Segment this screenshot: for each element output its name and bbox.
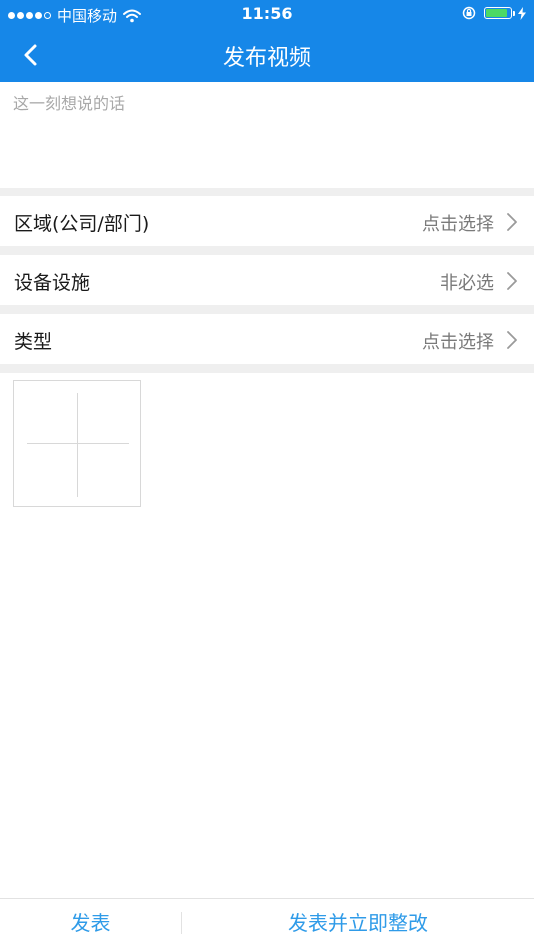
equipment-select-row[interactable]: 设备设施 非必选 <box>0 255 534 305</box>
description-input[interactable] <box>13 90 521 180</box>
description-area <box>0 82 534 188</box>
plus-icon-horizontal <box>27 443 129 444</box>
battery-tip <box>513 10 515 16</box>
orientation-lock-icon <box>462 6 476 20</box>
section-divider <box>0 188 534 196</box>
battery-icon <box>484 7 512 19</box>
section-divider <box>0 246 534 255</box>
equipment-value: 非必选 <box>440 273 494 294</box>
region-value: 点击选择 <box>422 214 494 235</box>
chevron-right-icon <box>507 331 517 349</box>
section-divider <box>0 364 534 373</box>
equipment-label: 设备设施 <box>14 272 91 294</box>
status-bar: 中国移动 11:56 <box>0 0 534 28</box>
type-select-row[interactable]: 类型 点击选择 <box>0 314 534 364</box>
nav-bar: 发布视频 <box>0 28 534 82</box>
status-right <box>462 6 526 20</box>
chevron-right-icon <box>507 272 517 290</box>
type-label: 类型 <box>14 331 53 353</box>
status-time: 11:56 <box>241 4 293 23</box>
battery-level <box>486 9 507 17</box>
publish-and-rectify-button[interactable]: 发表并立即整改 <box>182 899 534 950</box>
bottom-action-bar: 发表 发表并立即整改 <box>0 898 534 950</box>
add-media-button[interactable] <box>13 380 141 507</box>
chevron-right-icon <box>507 213 517 231</box>
plus-icon-vertical <box>77 393 78 497</box>
region-label: 区域(公司/部门) <box>14 213 150 235</box>
app-header: 中国移动 11:56 发布视频 <box>0 0 534 82</box>
charging-bolt-icon <box>518 6 526 20</box>
page-title: 发布视频 <box>222 46 311 71</box>
section-divider <box>0 305 534 314</box>
type-value: 点击选择 <box>422 332 494 353</box>
publish-button[interactable]: 发表 <box>0 899 181 950</box>
region-select-row[interactable]: 区域(公司/部门) 点击选择 <box>0 196 534 246</box>
